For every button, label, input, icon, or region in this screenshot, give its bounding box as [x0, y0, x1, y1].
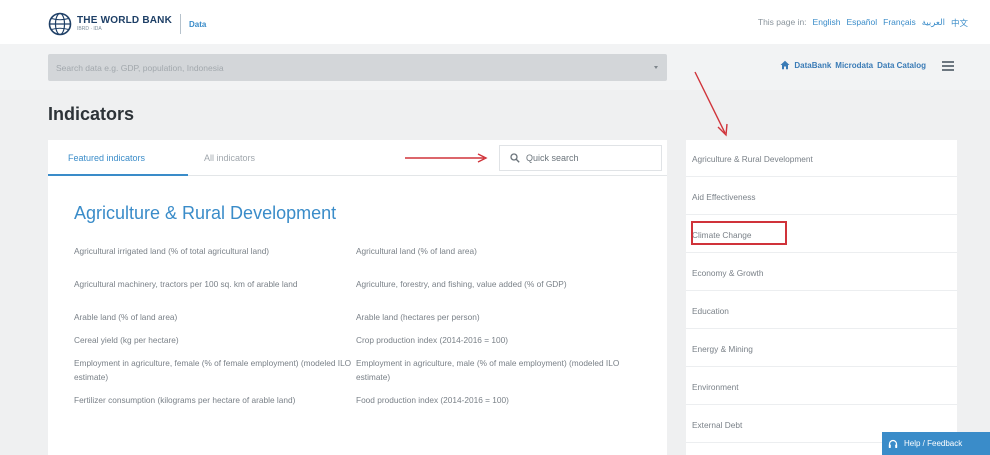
home-icon — [780, 60, 790, 70]
indicator-link[interactable]: Arable land (% of land area) — [74, 310, 356, 333]
indicator-link[interactable]: Agriculture, forestry, and fishing, valu… — [356, 277, 644, 310]
topic-item[interactable]: Agriculture & Rural Development — [686, 140, 957, 177]
topics-panel: Agriculture & Rural Development Aid Effe… — [686, 140, 957, 455]
highlight-box — [691, 221, 787, 245]
headset-icon — [888, 439, 898, 448]
indicator-link[interactable]: Crop production index (2014-2016 = 100) — [356, 333, 644, 356]
indicator-link[interactable]: Employment in agriculture, male (% of ma… — [356, 356, 644, 393]
menu-icon[interactable] — [942, 61, 954, 71]
quick-search-placeholder: Quick search — [526, 153, 579, 163]
tab-featured-indicators[interactable]: Featured indicators — [68, 153, 145, 163]
databank-link[interactable]: DataBank — [794, 61, 831, 70]
indicator-link[interactable]: Agricultural land (% of land area) — [356, 244, 644, 277]
search-input[interactable] — [48, 54, 667, 81]
indicators-panel: Featured indicators All indicators Quick… — [48, 140, 667, 455]
topic-item[interactable]: Education — [686, 292, 957, 329]
search-icon — [510, 153, 520, 163]
microdata-link[interactable]: Microdata — [835, 61, 873, 70]
logo-section[interactable]: Data — [189, 20, 206, 29]
site-header: THE WORLD BANK IBRD · IDA Data This page… — [0, 0, 990, 44]
indicator-tabs: Featured indicators All indicators Quick… — [48, 140, 667, 176]
tab-all-indicators[interactable]: All indicators — [204, 153, 255, 163]
language-prefix: This page in: — [757, 17, 807, 27]
indicator-link[interactable]: Arable land (hectares per person) — [356, 310, 644, 333]
logo-name: THE WORLD BANK — [77, 15, 173, 26]
indicator-link[interactable]: Food production index (2014-2016 = 100) — [356, 393, 644, 421]
indicator-link[interactable]: Agricultural machinery, tractors per 100… — [74, 277, 356, 310]
active-tab-underline — [48, 174, 188, 176]
indicator-link[interactable]: Agricultural irrigated land (% of total … — [74, 244, 356, 277]
page-title: Indicators — [48, 104, 135, 124]
world-bank-logo[interactable]: THE WORLD BANK IBRD · IDA Data — [48, 12, 206, 36]
indicator-link[interactable]: Cereal yield (kg per hectare) — [74, 333, 356, 356]
indicator-link[interactable]: Employment in agriculture, female (% of … — [74, 356, 356, 393]
indicator-link[interactable]: Fertilizer consumption (kilograms per he… — [74, 393, 356, 421]
globe-icon — [48, 12, 72, 36]
logo-subtitle: IBRD · IDA — [77, 26, 102, 32]
topic-item[interactable]: Economy & Growth — [686, 254, 957, 291]
help-feedback-button[interactable]: Help / Feedback — [882, 432, 990, 455]
language-switcher: This page in: English Español Français ا… — [758, 17, 968, 29]
top-links: DataBank Microdata Data Catalog — [780, 60, 926, 70]
help-feedback-label: Help / Feedback — [904, 439, 963, 448]
section-title: Agriculture & Rural Development — [74, 203, 337, 223]
quick-search-field[interactable]: Quick search — [499, 145, 662, 171]
topic-item[interactable]: Energy & Mining — [686, 330, 957, 367]
indicator-list: Agricultural irrigated land (% of total … — [74, 244, 654, 421]
topic-item[interactable]: Aid Effectiveness — [686, 178, 957, 215]
language-link-spanish[interactable]: Español — [846, 17, 877, 29]
language-link-french[interactable]: Français — [883, 17, 916, 29]
caret-down-icon[interactable] — [654, 66, 658, 69]
logo-divider — [180, 14, 182, 34]
data-catalog-link[interactable]: Data Catalog — [877, 61, 926, 70]
language-link-chinese[interactable]: 中文 — [951, 17, 968, 29]
topic-item[interactable]: Environment — [686, 368, 957, 405]
language-link-english[interactable]: English — [813, 17, 841, 29]
site-search[interactable] — [48, 54, 667, 81]
language-link-arabic[interactable]: العربية — [922, 17, 945, 29]
